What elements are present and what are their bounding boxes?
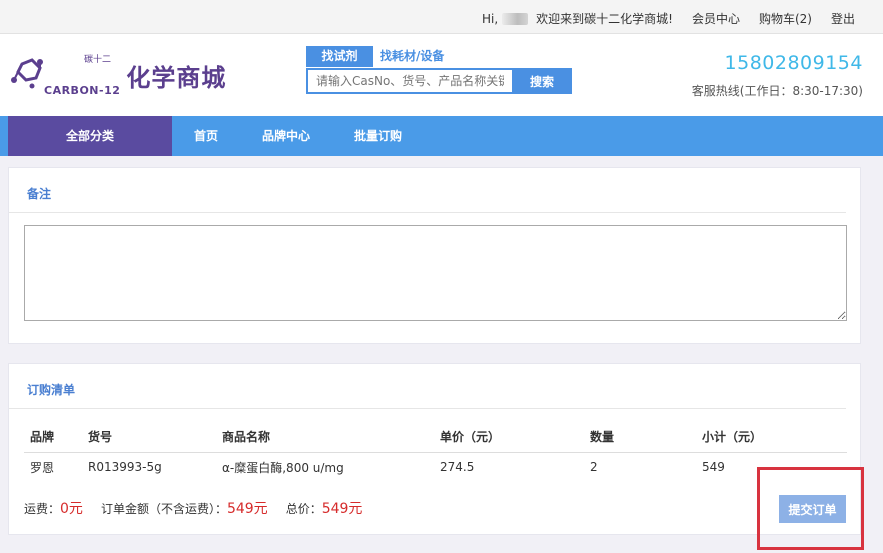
order-panel: 订购清单 品牌 货号 商品名称 单价（元） 数量 小计（元） 罗恩 R01399… — [8, 363, 861, 535]
order-totals: 运费： 0元 订单金额（不含运费）： 549元 总价： 549元 — [24, 498, 362, 518]
col-subtotal: 小计（元） — [696, 422, 847, 453]
remark-panel: 备注 — [8, 167, 861, 344]
cell-sku: R013993-5g — [88, 460, 162, 475]
submit-order-button[interactable]: 提交订单 — [779, 495, 846, 523]
table-header-row: 品牌 货号 商品名称 单价（元） 数量 小计（元） — [24, 422, 847, 453]
main-nav: 全部分类 首页 品牌中心 批量订购 — [0, 116, 883, 156]
logo-small-cn: 碳十二 — [84, 55, 112, 65]
hotline-hours: 客服热线(工作日：8:30-17:30) — [691, 84, 863, 98]
nav-bulk-order[interactable]: 批量订购 — [354, 116, 402, 156]
cart-link[interactable]: 购物车(2) — [759, 10, 812, 27]
site-logo[interactable]: 碳十二 CARBON-12 化学商城 — [8, 54, 226, 97]
greeting: Hi, 欢迎来到碳十二化学商城! — [482, 10, 673, 27]
total-value: 549元 — [321, 501, 363, 517]
logo-title: 化学商城 — [126, 63, 227, 92]
username-redacted — [502, 12, 529, 25]
search-input[interactable] — [306, 68, 512, 94]
greeting-prefix: Hi, — [481, 11, 499, 26]
nav-home[interactable]: 首页 — [194, 116, 218, 156]
cell-unit-price: 274.5 — [440, 460, 475, 475]
shipping-label: 运费： — [24, 502, 61, 516]
logout-link[interactable]: 登出 — [831, 10, 855, 27]
table-row: 罗恩 R013993-5g α-糜蛋白酶,800 u/mg 274.5 2 54… — [24, 452, 847, 482]
col-quantity: 数量 — [584, 422, 696, 453]
greeting-suffix: 欢迎来到碳十二化学商城! — [536, 12, 673, 26]
order-table: 品牌 货号 商品名称 单价（元） 数量 小计（元） 罗恩 R013993-5g … — [24, 422, 847, 482]
col-sku: 货号 — [82, 422, 216, 453]
order-list-title: 订购清单 — [9, 364, 846, 409]
search-button[interactable]: 搜索 — [512, 68, 572, 94]
nav-brand-center[interactable]: 品牌中心 — [262, 116, 310, 156]
remark-title: 备注 — [9, 168, 846, 213]
hotline: 15802809154 客服热线(工作日：8:30-17:30) — [692, 52, 863, 99]
member-center-link[interactable]: 会员中心 — [692, 10, 740, 27]
header: 碳十二 CARBON-12 化学商城 找试剂 找耗材/设备 搜索 1580280… — [0, 34, 883, 116]
col-unit-price: 单价（元） — [434, 422, 584, 453]
hotline-phone: 15802809154 — [724, 52, 863, 74]
cell-brand: 罗恩 — [30, 460, 55, 475]
amount-value: 549元 — [226, 501, 268, 517]
tab-find-equipment[interactable]: 找耗材/设备 — [373, 46, 451, 67]
tab-find-reagent[interactable]: 找试剂 — [306, 46, 373, 67]
top-bar: Hi, 欢迎来到碳十二化学商城! 会员中心 购物车(2) 登出 — [0, 0, 883, 34]
total-label: 总价： — [285, 502, 322, 516]
carbon-molecule-icon — [11, 57, 43, 88]
shipping-value: 0元 — [60, 501, 83, 517]
search-box: 找试剂 找耗材/设备 搜索 — [306, 46, 572, 94]
amount-label: 订单金额（不含运费）： — [100, 502, 227, 516]
cell-quantity: 2 — [590, 460, 598, 475]
cell-product-name: α-糜蛋白酶,800 u/mg — [222, 460, 344, 475]
col-brand: 品牌 — [24, 422, 82, 453]
col-product-name: 商品名称 — [216, 422, 434, 453]
all-categories-menu[interactable]: 全部分类 — [8, 116, 172, 156]
remark-textarea[interactable] — [24, 225, 847, 321]
